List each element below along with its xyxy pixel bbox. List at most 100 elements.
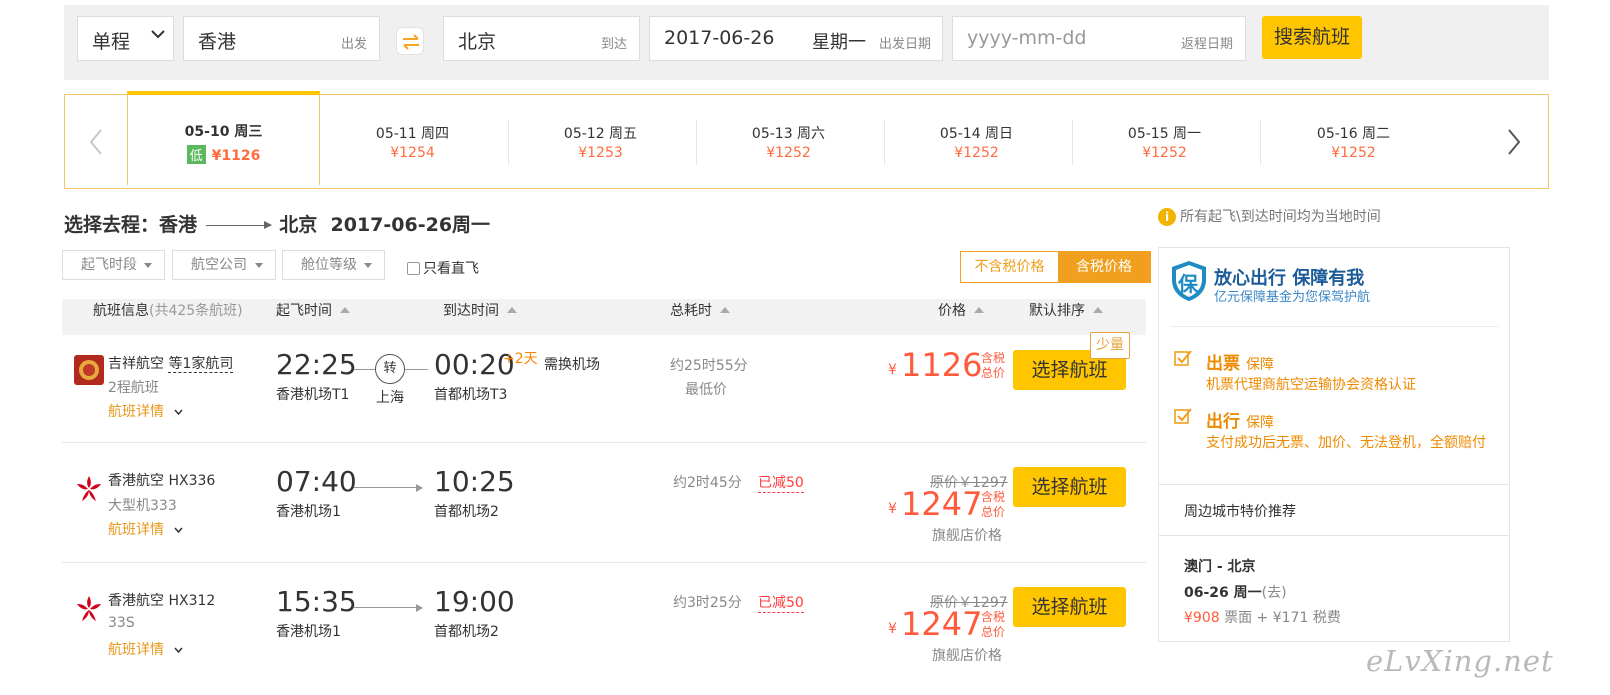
triangle-down-icon xyxy=(255,263,263,268)
date-option[interactable]: 05-15 周一 ¥1252 xyxy=(1068,95,1261,188)
sort-up-icon xyxy=(720,307,730,313)
flight-3-detail-link[interactable]: 航班详情 xyxy=(108,639,184,659)
th-arrive[interactable]: 到达时间 xyxy=(443,300,517,320)
flight-2-dep-airport: 香港机场1 xyxy=(276,504,341,520)
date-option[interactable]: 05-14 周日 ¥1252 xyxy=(880,95,1073,188)
flight-1-few-seats-badge: 少量 xyxy=(1090,332,1130,359)
route-arrow-icon xyxy=(354,604,423,612)
date-option[interactable]: 05-11 周四 ¥1254 xyxy=(316,95,509,188)
return-hint: 返程日期 xyxy=(1180,37,1233,52)
trip-type-value: 单程 xyxy=(92,31,131,53)
chevron-down-icon xyxy=(174,409,184,416)
sort-up-icon xyxy=(974,307,984,313)
from-city-field[interactable]: 香港 出发 xyxy=(183,16,380,61)
flight-2-book-button[interactable]: 选择航班 xyxy=(1013,467,1126,507)
nearby-route[interactable]: 澳门 - 北京 xyxy=(1184,556,1256,576)
flight-1-detail-link[interactable]: 航班详情 xyxy=(108,401,184,421)
flight-3-currency: ¥ xyxy=(888,621,897,637)
date-option[interactable]: 05-13 周六 ¥1252 xyxy=(692,95,885,188)
guarantee-item-1-title: 出票 xyxy=(1206,354,1240,374)
date-option-price: 低 ¥1126 xyxy=(128,145,319,164)
airline-logo-hongkong xyxy=(74,474,104,504)
swap-cities-button[interactable] xyxy=(396,27,424,55)
date-option-label: 05-14 周日 xyxy=(939,126,1014,142)
nearby-fare-label: 票面 + xyxy=(1224,610,1269,626)
transfer-icon: 转 xyxy=(375,354,405,384)
flight-3-dep-airport: 香港机场1 xyxy=(276,624,341,640)
flight-2-currency: ¥ xyxy=(888,501,897,517)
th-duration-label: 总耗时 xyxy=(670,303,712,319)
chevron-down-icon xyxy=(174,647,184,654)
date-option-price: ¥1252 xyxy=(766,145,811,161)
flight-1-duration-note: 最低价 xyxy=(685,382,727,398)
return-date-field[interactable]: yyyy-mm-dd 返程日期 xyxy=(952,16,1246,61)
flight-1-price: 1126 xyxy=(901,346,983,384)
th-flight-info: 航班信息(共425条航班) xyxy=(93,300,243,320)
shield-logo-icon: 保 xyxy=(1170,260,1208,301)
checkbox-box[interactable] xyxy=(407,262,420,275)
lowest-price-badge: 低 xyxy=(186,145,206,164)
flight-2-detail-link[interactable]: 航班详情 xyxy=(108,519,184,539)
flight-2-arr-time: 10:25 xyxy=(434,465,515,498)
nearby-date-value: 06-26 周一 xyxy=(1184,585,1262,601)
date-option-label: 05-10 周三 xyxy=(184,124,263,140)
filter-time[interactable]: 起飞时段 xyxy=(62,250,165,280)
chevron-right-icon xyxy=(1508,129,1521,155)
flight-1-airline-name: 吉祥航空 xyxy=(108,356,164,372)
date-option[interactable]: 05-10 周三低 ¥1126 xyxy=(127,91,320,185)
th-depart-label: 起飞时间 xyxy=(276,303,332,319)
nearby-date: 06-26 周一(去) xyxy=(1184,582,1287,602)
flight-3-airline: 香港航空 HX312 xyxy=(108,593,216,609)
date-option[interactable]: 05-16 周二 ¥1252 xyxy=(1257,95,1450,188)
flight-3-duration: 约3时25分 xyxy=(673,595,742,611)
date-option-price: ¥1252 xyxy=(1331,145,1376,161)
date-option-price: ¥1252 xyxy=(1142,145,1187,161)
flight-1-duration: 约25时55分 xyxy=(670,358,748,374)
th-depart[interactable]: 起飞时间 xyxy=(276,300,350,320)
date-option[interactable]: 05-12 周五 ¥1253 xyxy=(504,95,697,188)
date-option-price: ¥1253 xyxy=(578,145,623,161)
guarantee-item-2-tag: 保障 xyxy=(1246,415,1274,431)
route-date: 2017-06-26周一 xyxy=(330,214,491,236)
tax-excl-option[interactable]: 不含税价格 xyxy=(961,252,1058,282)
route-title: 选择去程：香港 北京 2017-06-26周一 xyxy=(64,210,490,237)
guarantee-item-1-tag: 保障 xyxy=(1246,357,1274,373)
guarantee-item-1-desc: 机票代理商航空运输协会资格认证 xyxy=(1206,377,1416,393)
date-option-label: 05-16 周二 xyxy=(1316,126,1391,142)
direct-only-label: 只看直飞 xyxy=(423,261,479,277)
filter-cabin-label: 舱位等级 xyxy=(301,257,357,273)
depart-date-field[interactable]: 2017-06-26 星期一 出发日期 xyxy=(649,16,943,61)
triangle-down-icon xyxy=(364,263,372,268)
flight-1-detail-label: 航班详情 xyxy=(108,404,164,420)
flight-1-tax-label: 含税总价 xyxy=(980,351,1005,380)
th-duration[interactable]: 总耗时 xyxy=(670,300,730,320)
prev-dates-button[interactable] xyxy=(88,128,104,164)
to-city-field[interactable]: 北京 到达 xyxy=(443,16,640,61)
nearby-go: (去) xyxy=(1261,585,1287,601)
flight-3-book-button[interactable]: 选择航班 xyxy=(1013,587,1126,627)
flight-2-duration: 约2时45分 xyxy=(673,475,742,491)
return-date-placeholder: yyyy-mm-dd xyxy=(967,27,1087,49)
tax-incl-option[interactable]: 含税价格 xyxy=(1058,252,1150,282)
next-dates-button[interactable] xyxy=(1506,128,1522,164)
direct-only-checkbox[interactable]: 只看直飞 xyxy=(407,258,479,278)
watermark-text: eLvXing.net xyxy=(1366,644,1554,678)
guarantee-divider xyxy=(1170,326,1498,327)
search-flights-button[interactable]: 搜索航班 xyxy=(1262,16,1362,59)
guard-logo-char: 保 xyxy=(1178,272,1198,296)
depart-weekday: 星期一 xyxy=(812,32,866,53)
th-price-label: 价格 xyxy=(938,303,966,319)
flight-2-detail-label: 航班详情 xyxy=(108,522,164,538)
triangle-down-icon xyxy=(144,263,152,268)
date-option-label: 05-13 周六 xyxy=(751,126,826,142)
nearby-tax: ¥171 税费 xyxy=(1272,610,1341,626)
flight-1-codeshare[interactable]: 等1家航司 xyxy=(168,356,234,373)
th-price[interactable]: 价格 xyxy=(938,300,984,320)
th-sort[interactable]: 默认排序 xyxy=(1029,300,1103,320)
guarantee-subtitle: 亿元保障基金为您保驾护航 xyxy=(1214,290,1371,305)
date-option-label: 05-12 周五 xyxy=(563,126,638,142)
filter-cabin[interactable]: 舱位等级 xyxy=(282,250,385,280)
trip-type-select[interactable]: 单程 xyxy=(77,16,174,61)
filter-airline[interactable]: 航空公司 xyxy=(172,250,276,280)
flight-1-dep-airport: 香港机场T1 xyxy=(276,387,350,403)
